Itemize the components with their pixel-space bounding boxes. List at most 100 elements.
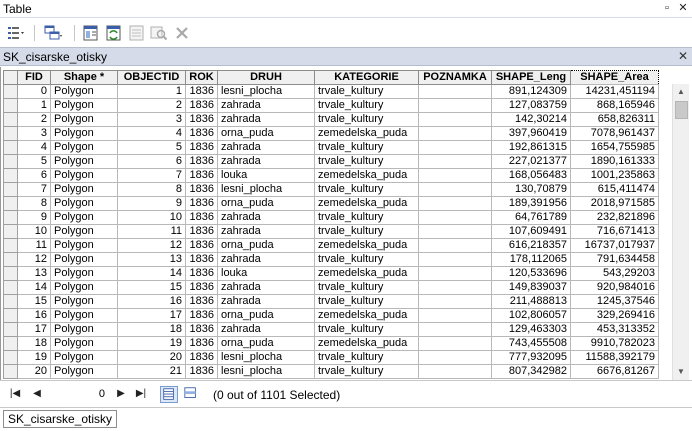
cell-rok[interactable]: 1836	[185, 322, 218, 337]
cell-shape[interactable]: Polygon	[50, 322, 118, 337]
cell-druh[interactable]: orna_puda	[217, 238, 315, 253]
cell-objectid[interactable]: 17	[117, 308, 186, 323]
cell-shape[interactable]: Polygon	[50, 154, 118, 169]
select-all-header[interactable]	[3, 70, 18, 85]
cell-shape-leng[interactable]: 120,533696	[491, 266, 571, 281]
cell-kategorie[interactable]: trvale_kultury	[314, 210, 419, 225]
cell-shape-leng[interactable]: 142,30214	[491, 112, 571, 127]
cell-shape-leng[interactable]: 178,112065	[491, 252, 571, 267]
cell-druh[interactable]: zahrada	[217, 140, 315, 155]
cell-objectid[interactable]: 16	[117, 294, 186, 309]
cell-poznamka[interactable]	[418, 252, 492, 267]
cell-fid[interactable]: 8	[17, 196, 51, 211]
window-close-icon[interactable]: ✕	[676, 1, 690, 15]
cell-shape-area[interactable]: 1654,755985	[570, 140, 659, 155]
zoom-to-selected-icon[interactable]	[150, 24, 168, 42]
cell-shape[interactable]: Polygon	[50, 280, 118, 295]
cell-objectid[interactable]: 8	[117, 182, 186, 197]
cell-objectid[interactable]: 3	[117, 112, 186, 127]
cell-objectid[interactable]: 20	[117, 350, 186, 365]
row-selector[interactable]	[3, 154, 18, 169]
cell-shape-leng[interactable]: 102,806057	[491, 308, 571, 323]
cell-objectid[interactable]: 21	[117, 364, 186, 379]
cell-kategorie[interactable]: trvale_kultury	[314, 140, 419, 155]
last-record-icon[interactable]: ▶|	[134, 387, 148, 401]
cell-objectid[interactable]: 18	[117, 322, 186, 337]
row-selector[interactable]	[3, 182, 18, 197]
cell-druh[interactable]: louka	[217, 266, 315, 281]
cell-shape[interactable]: Polygon	[50, 98, 118, 113]
cell-rok[interactable]: 1836	[185, 350, 218, 365]
cell-shape-area[interactable]: 453,313352	[570, 322, 659, 337]
cell-shape[interactable]: Polygon	[50, 112, 118, 127]
cell-fid[interactable]: 17	[17, 322, 51, 337]
cell-rok[interactable]: 1836	[185, 140, 218, 155]
cell-rok[interactable]: 1836	[185, 266, 218, 281]
table-row[interactable]: 9 Polygon 10 1836 zahrada trvale_kultury 64,76…	[3, 210, 659, 225]
row-selector[interactable]	[3, 168, 18, 183]
cell-poznamka[interactable]	[418, 294, 492, 309]
cell-shape[interactable]: Polygon	[50, 252, 118, 267]
cell-shape-leng[interactable]: 107,609491	[491, 224, 571, 239]
cell-druh[interactable]: zahrada	[217, 112, 315, 127]
cell-shape[interactable]: Polygon	[50, 210, 118, 225]
column-header-shape-area[interactable]: SHAPE_Area	[570, 70, 659, 85]
cell-shape-area[interactable]: 716,671413	[570, 224, 659, 239]
cell-druh[interactable]: zahrada	[217, 280, 315, 295]
row-selector[interactable]	[3, 98, 18, 113]
table-row[interactable]: 8 Polygon 9 1836 orna_puda zemedelska_puda 189…	[3, 196, 659, 211]
cell-objectid[interactable]: 1	[117, 84, 186, 99]
tab-close-icon[interactable]: ✕	[678, 49, 688, 63]
cell-fid[interactable]: 0	[17, 84, 51, 99]
cell-rok[interactable]: 1836	[185, 112, 218, 127]
cell-shape-leng[interactable]: 129,463303	[491, 322, 571, 337]
cell-rok[interactable]: 1836	[185, 168, 218, 183]
table-row[interactable]: 17 Polygon 18 1836 zahrada trvale_kultury 129,…	[3, 322, 659, 337]
row-selector[interactable]	[3, 280, 18, 295]
row-selector[interactable]	[3, 196, 18, 211]
table-options-icon[interactable]	[6, 24, 24, 42]
cell-poznamka[interactable]	[418, 266, 492, 281]
cell-objectid[interactable]: 14	[117, 266, 186, 281]
cell-shape-leng[interactable]: 192,861315	[491, 140, 571, 155]
column-header-objectid[interactable]: OBJECTID	[117, 70, 186, 85]
cell-shape-area[interactable]: 1245,37546	[570, 294, 659, 309]
cell-rok[interactable]: 1836	[185, 308, 218, 323]
cell-poznamka[interactable]	[418, 308, 492, 323]
cell-fid[interactable]: 3	[17, 126, 51, 141]
cell-poznamka[interactable]	[418, 98, 492, 113]
cell-fid[interactable]: 6	[17, 168, 51, 183]
cell-shape-leng[interactable]: 777,932095	[491, 350, 571, 365]
cell-rok[interactable]: 1836	[185, 224, 218, 239]
cell-fid[interactable]: 19	[17, 350, 51, 365]
cell-rok[interactable]: 1836	[185, 154, 218, 169]
cell-kategorie[interactable]: zemedelska_puda	[314, 196, 419, 211]
table-tab-button[interactable]: SK_cisarske_otisky	[3, 410, 118, 428]
cell-shape-leng[interactable]: 616,218357	[491, 238, 571, 253]
first-record-icon[interactable]: |◀	[8, 387, 22, 401]
cell-kategorie[interactable]: zemedelska_puda	[314, 308, 419, 323]
row-selector[interactable]	[3, 336, 18, 351]
cell-poznamka[interactable]	[418, 140, 492, 155]
show-all-records-icon[interactable]	[160, 386, 178, 403]
cell-fid[interactable]: 9	[17, 210, 51, 225]
cell-druh[interactable]: lesni_plocha	[217, 182, 315, 197]
table-row[interactable]: 12 Polygon 13 1836 zahrada trvale_kultury 178,…	[3, 252, 659, 267]
cell-shape[interactable]: Polygon	[50, 84, 118, 99]
row-selector[interactable]	[3, 224, 18, 239]
cell-shape[interactable]: Polygon	[50, 350, 118, 365]
show-selected-records-icon[interactable]	[183, 386, 201, 403]
cell-fid[interactable]: 5	[17, 154, 51, 169]
cell-poznamka[interactable]	[418, 210, 492, 225]
cell-shape[interactable]: Polygon	[50, 140, 118, 155]
row-selector[interactable]	[3, 308, 18, 323]
cell-poznamka[interactable]	[418, 112, 492, 127]
related-tables-icon[interactable]	[44, 24, 62, 42]
select-by-attributes-icon[interactable]	[82, 24, 100, 42]
table-row[interactable]: 10 Polygon 11 1836 zahrada trvale_kultury 107,…	[3, 224, 659, 239]
cell-kategorie[interactable]: trvale_kultury	[314, 154, 419, 169]
table-row[interactable]: 15 Polygon 16 1836 zahrada trvale_kultury 211,…	[3, 294, 659, 309]
cell-poznamka[interactable]	[418, 84, 492, 99]
previous-record-icon[interactable]: ◀	[30, 387, 44, 401]
cell-shape-area[interactable]: 543,29203	[570, 266, 659, 281]
